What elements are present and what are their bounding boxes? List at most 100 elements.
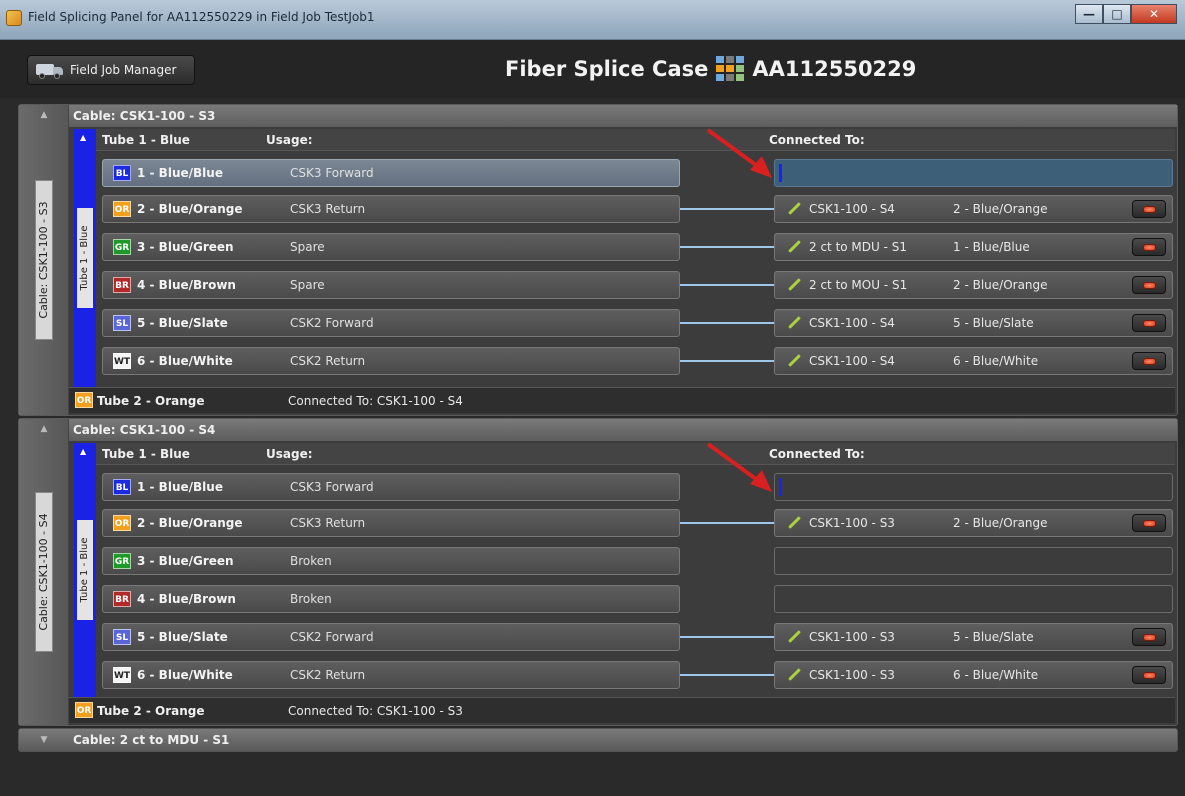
fiber-name: 3 - Blue/Green bbox=[137, 240, 234, 254]
connection-box[interactable]: CSK1-100 - S4 5 - Blue/Slate bbox=[774, 309, 1173, 337]
truck-icon bbox=[36, 62, 64, 79]
cable-header[interactable]: Cable: CSK1-100 - S3 bbox=[69, 105, 1177, 127]
cable-collapsed-header[interactable]: ▼ Cable: 2 ct to MDU - S1 bbox=[18, 728, 1178, 752]
connected-cable: 2 ct to MDU - S1 bbox=[809, 240, 908, 254]
usage-column-header: Usage: bbox=[266, 447, 313, 461]
fiber-name: 4 - Blue/Brown bbox=[137, 278, 236, 292]
fiber-name: 1 - Blue/Blue bbox=[137, 166, 223, 180]
tube-connected-to: Connected To: CSK1-100 - S4 bbox=[288, 394, 463, 408]
remove-connection-button[interactable] bbox=[1132, 352, 1166, 370]
connection-drop-target[interactable] bbox=[774, 473, 1173, 501]
remove-connection-button[interactable] bbox=[1132, 514, 1166, 532]
connection-box[interactable]: 2 ct to MDU - S1 1 - Blue/Blue bbox=[774, 233, 1173, 261]
fiber-box[interactable]: OR 2 - Blue/Orange CSK3 Return bbox=[102, 195, 680, 223]
tube-row[interactable]: OR Tube 2 - Orange Connected To: CSK1-10… bbox=[69, 387, 1175, 413]
cable-collapse-icon[interactable]: ▲ bbox=[37, 424, 51, 434]
connection-box[interactable]: 2 ct to MOU - S1 2 - Blue/Orange bbox=[774, 271, 1173, 299]
connection-box[interactable]: CSK1-100 - S4 6 - Blue/White bbox=[774, 347, 1173, 375]
tube-name: Tube 2 - Orange bbox=[97, 394, 205, 408]
connected-fiber: 1 - Blue/Blue bbox=[953, 240, 1030, 254]
fiber-box[interactable]: WT 6 - Blue/White CSK2 Return bbox=[102, 347, 680, 375]
remove-connection-button[interactable] bbox=[1132, 628, 1166, 646]
fiber-usage: Spare bbox=[290, 278, 325, 292]
fiber-name: 6 - Blue/White bbox=[137, 354, 233, 368]
cable-vertical-label: Cable: CSK1-100 - S4 bbox=[34, 492, 53, 652]
connected-to-column-header: Connected To: bbox=[769, 133, 865, 147]
minus-icon bbox=[1143, 672, 1156, 679]
connected-cable: CSK1-100 - S3 bbox=[809, 516, 895, 530]
fiber-usage: CSK2 Return bbox=[290, 668, 366, 682]
connection-drop-target[interactable] bbox=[774, 547, 1173, 575]
cable-collapse-icon[interactable]: ▲ bbox=[37, 110, 51, 120]
window-title-bar[interactable]: Field Splicing Panel for AA112550229 in … bbox=[0, 0, 1185, 40]
connected-fiber: 5 - Blue/Slate bbox=[953, 630, 1034, 644]
fiber-usage: CSK2 Forward bbox=[290, 316, 374, 330]
splice-panel: ▲ Cable: CSK1-100 - S3 Cable: CSK1-100 -… bbox=[18, 104, 1178, 774]
fiber-usage: CSK3 Forward bbox=[290, 480, 374, 494]
fiber-box[interactable]: OR 2 - Blue/Orange CSK3 Return bbox=[102, 509, 680, 537]
remove-connection-button[interactable] bbox=[1132, 314, 1166, 332]
connected-cable: CSK1-100 - S4 bbox=[809, 354, 895, 368]
fiber-color-tag: SL bbox=[113, 629, 131, 645]
fiber-row: GR 3 - Blue/Green Spare 2 ct to MDU - S1… bbox=[96, 231, 1175, 263]
tube-connected-to: Connected To: CSK1-100 - S3 bbox=[288, 704, 463, 718]
fiber-box[interactable]: GR 3 - Blue/Green Broken bbox=[102, 547, 680, 575]
connected-cable: 2 ct to MOU - S1 bbox=[809, 278, 908, 292]
splice-link-line bbox=[680, 322, 774, 324]
connection-box[interactable]: CSK1-100 - S3 6 - Blue/White bbox=[774, 661, 1173, 689]
fiber-box[interactable]: BL 1 - Blue/Blue CSK3 Forward bbox=[102, 473, 680, 501]
cable-header[interactable]: Cable: CSK1-100 - S4 bbox=[69, 419, 1177, 441]
wrench-icon bbox=[787, 516, 801, 530]
tube-name: Tube 2 - Orange bbox=[97, 704, 205, 718]
splice-case-icon bbox=[716, 56, 745, 81]
remove-connection-button[interactable] bbox=[1132, 200, 1166, 218]
remove-connection-button[interactable] bbox=[1132, 238, 1166, 256]
wrench-icon bbox=[787, 668, 801, 682]
fiber-box[interactable]: BL 1 - Blue/Blue CSK3 Forward bbox=[102, 159, 680, 187]
cable-header: Cable: 2 ct to MDU - S1 bbox=[73, 733, 230, 747]
fiber-name: 2 - Blue/Orange bbox=[137, 516, 243, 530]
cable-expand-icon[interactable]: ▼ bbox=[37, 735, 51, 745]
fiber-box[interactable]: BR 4 - Blue/Brown Spare bbox=[102, 271, 680, 299]
fiber-box[interactable]: WT 6 - Blue/White CSK2 Return bbox=[102, 661, 680, 689]
fiber-box[interactable]: SL 5 - Blue/Slate CSK2 Forward bbox=[102, 309, 680, 337]
tube-section: ▲ Tube 1 - Blue Tube 1 - Blue Usage: Con… bbox=[74, 443, 1175, 697]
fiber-box[interactable]: BR 4 - Blue/Brown Broken bbox=[102, 585, 680, 613]
fiber-usage: Broken bbox=[290, 592, 332, 606]
fiber-box[interactable]: SL 5 - Blue/Slate CSK2 Forward bbox=[102, 623, 680, 651]
tube-name: Tube 1 - Blue bbox=[102, 447, 190, 461]
maximize-button[interactable]: □ bbox=[1103, 4, 1131, 24]
fiber-color-tag: BR bbox=[113, 277, 131, 293]
connection-box[interactable]: CSK1-100 - S3 5 - Blue/Slate bbox=[774, 623, 1173, 651]
fiber-name: 5 - Blue/Slate bbox=[137, 316, 228, 330]
minus-icon bbox=[1143, 206, 1156, 213]
connection-drop-target[interactable] bbox=[774, 585, 1173, 613]
tube-row[interactable]: OR Tube 2 - Orange Connected To: CSK1-10… bbox=[69, 697, 1175, 723]
fiber-color-tag: WT bbox=[113, 353, 131, 369]
minimize-button[interactable]: — bbox=[1075, 4, 1103, 24]
minus-icon bbox=[1143, 358, 1156, 365]
fiber-row: BR 4 - Blue/Brown Broken bbox=[96, 583, 1175, 615]
fiber-usage: Broken bbox=[290, 554, 332, 568]
field-job-manager-label: Field Job Manager bbox=[70, 63, 177, 77]
tube-color-strip: ▲ Tube 1 - Blue bbox=[74, 129, 96, 387]
wrench-icon bbox=[787, 240, 801, 254]
connection-box[interactable]: CSK1-100 - S3 2 - Blue/Orange bbox=[774, 509, 1173, 537]
tube-vertical-label: Tube 1 - Blue bbox=[77, 520, 93, 620]
close-button[interactable]: ✕ bbox=[1131, 4, 1177, 24]
connection-box[interactable]: CSK1-100 - S4 2 - Blue/Orange bbox=[774, 195, 1173, 223]
remove-connection-button[interactable] bbox=[1132, 276, 1166, 294]
tube-color-strip: ▲ Tube 1 - Blue bbox=[74, 443, 96, 697]
connected-fiber: 2 - Blue/Orange bbox=[953, 516, 1048, 530]
field-job-manager-button[interactable]: Field Job Manager bbox=[27, 55, 195, 85]
tube-collapse-icon[interactable]: ▲ bbox=[80, 447, 86, 456]
splice-link-line bbox=[680, 246, 774, 248]
connection-drop-target[interactable] bbox=[774, 159, 1173, 187]
fiber-box[interactable]: GR 3 - Blue/Green Spare bbox=[102, 233, 680, 261]
tube-collapse-icon[interactable]: ▲ bbox=[80, 133, 86, 142]
remove-connection-button[interactable] bbox=[1132, 666, 1166, 684]
tube-header-row: Tube 1 - Blue Usage: Connected To: bbox=[96, 129, 1175, 151]
fiber-color-tag: GR bbox=[113, 553, 131, 569]
wrench-icon bbox=[787, 202, 801, 216]
fiber-color-tag: BL bbox=[113, 165, 131, 181]
